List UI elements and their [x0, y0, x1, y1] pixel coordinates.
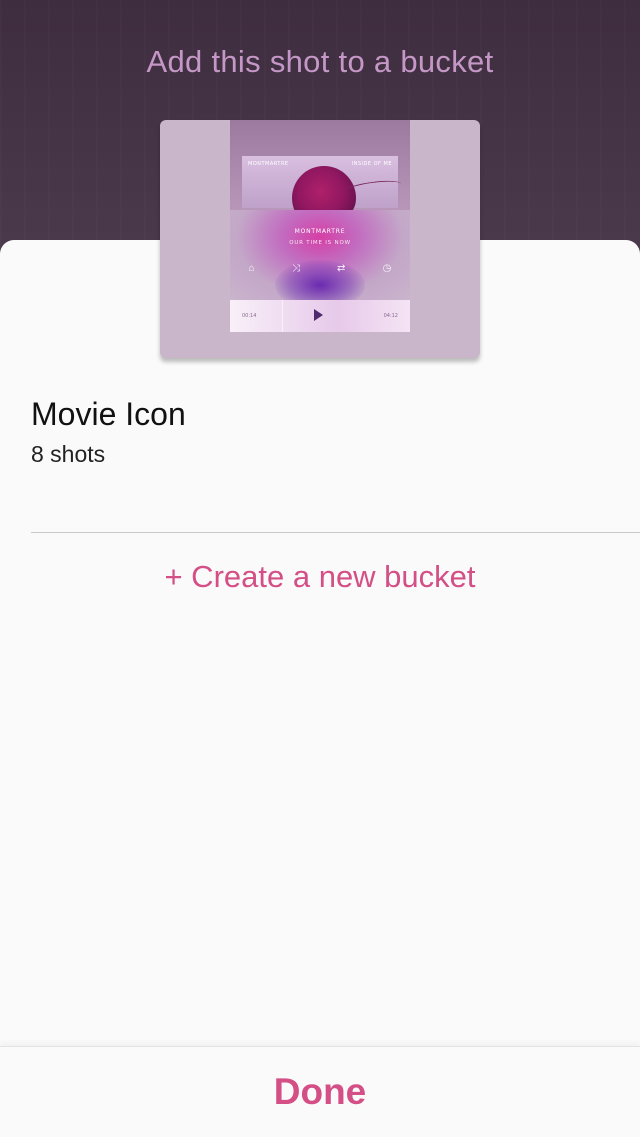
album-art: MONTMARTRE INSIDE OF ME [242, 156, 403, 230]
create-bucket-button[interactable]: + Create a new bucket [0, 559, 640, 595]
repeat-icon: ⇄ [337, 263, 346, 274]
play-icon [314, 309, 323, 321]
preview-subtitle: OUR TIME IS NOW [289, 240, 351, 246]
shuffle-icon: ⤨ [291, 263, 300, 274]
shot-thumbnail: MONTMARTRE INSIDE OF ME MONTMARTRE OUR T… [160, 120, 480, 358]
timer-icon: ◷ [382, 263, 392, 274]
page-title: Add this shot to a bucket [146, 44, 494, 79]
preview-controls: ⌂ ⤨ ⇄ ◷ [230, 264, 410, 274]
shot-preview: MONTMARTRE INSIDE OF ME MONTMARTRE OUR T… [230, 120, 410, 332]
footer-bar: Done [0, 1046, 640, 1137]
done-button[interactable]: Done [0, 1071, 640, 1113]
bucket-sheet [0, 240, 640, 1136]
preview-time-total: 04:12 [383, 313, 398, 319]
preview-brand-left: MONTMARTRE [248, 161, 289, 167]
bucket-name[interactable]: Movie Icon [31, 396, 186, 433]
preview-title: MONTMARTRE [294, 228, 346, 235]
bucket-shot-count: 8 shots [31, 441, 106, 467]
preview-brand-right: INSIDE OF ME [351, 161, 392, 167]
preview-time-elapsed: 00:14 [242, 313, 257, 319]
preview-player-bar: 00:14 04:12 [230, 300, 410, 332]
home-icon: ⌂ [248, 263, 255, 274]
divider [31, 532, 640, 533]
